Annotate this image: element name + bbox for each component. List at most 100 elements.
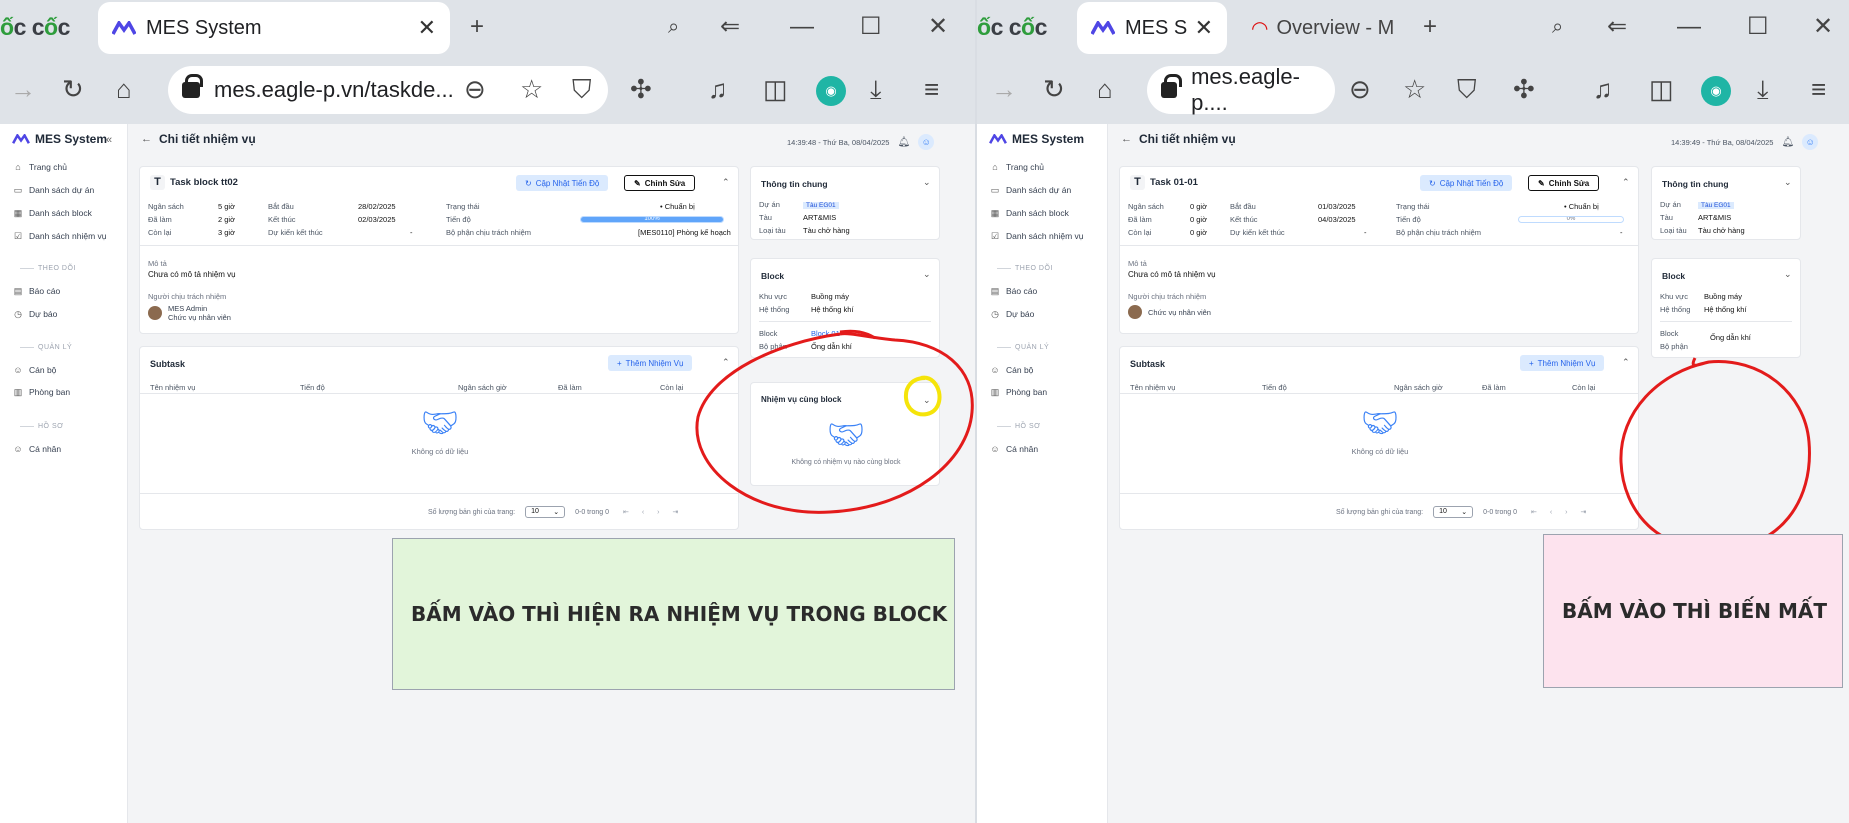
sidebar-item-projects[interactable]: ▭ Danh sách dự án [13,185,95,196]
sidebar-item-label: Trang chủ [29,162,67,172]
media-icon[interactable]: ♫ [708,74,728,105]
home-icon[interactable]: ⌂ [1097,74,1113,105]
rows-per-page-select[interactable]: 10 ⌄ [525,506,566,518]
user-avatar[interactable]: ☺ [1802,134,1819,150]
grid-icon: ▦ [990,207,1000,218]
sidebar-item-forecast[interactable]: ◷ Dự báo [13,309,57,320]
page-nav-icons[interactable]: ⇤‹›⇥ [1531,508,1599,516]
subtask-card: Subtask + Thêm Nhiệm Vụ ⌃ Tên nhiệm vụ Ti… [1119,346,1639,530]
extensions-icon[interactable]: ✣ [630,74,652,105]
value-area: Buồng máy [811,292,849,301]
sidebar-item-blocks[interactable]: ▦ Danh sách block [990,207,1069,219]
reload-icon[interactable]: ↻ [62,74,84,105]
edit-button[interactable]: ✎ Chỉnh Sửa [1528,175,1600,191]
label-dept: Bộ phận chịu trách nhiệm [1396,228,1482,237]
extensions-icon[interactable]: ✣ [1513,74,1535,105]
profile-avatar[interactable]: ◉ [816,76,846,106]
chevron-up-icon[interactable]: ⌃ [1622,177,1630,188]
bell-icon[interactable]: 🔔︎ [1781,137,1794,148]
minimize-icon[interactable]: — [790,12,814,42]
back-arrow-icon[interactable]: ← [141,133,152,145]
chevron-down-icon[interactable]: ⌄ [923,269,931,280]
rows-per-page-label: Số lượng bản ghi của trang: [428,508,516,516]
add-task-button[interactable]: + Thêm Nhiệm Vụ [608,355,693,371]
tab-search-icon[interactable]: ⌕ [668,12,679,42]
minimize-icon[interactable]: — [1677,12,1701,42]
forward-icon[interactable]: → [991,74,1017,105]
divider [140,245,738,246]
tab-overview[interactable]: ◠ Overview - Mi [1237,2,1407,54]
tab-mes-system[interactable]: MES System ✕ [98,2,450,54]
tab-back-icon[interactable]: ⇐ [1607,12,1627,42]
maximize-icon[interactable]: ☐ [1747,12,1769,42]
chevron-down-icon[interactable]: ⌄ [1784,177,1792,188]
update-progress-button[interactable]: ↻ Cập Nhật Tiến Độ [516,175,609,191]
new-tab-icon[interactable]: + [1423,12,1437,42]
sidebar-item-departments[interactable]: ▥ Phòng ban [990,387,1047,398]
chevron-down-icon[interactable]: ⌄ [923,395,931,406]
sidebar-item-tasks[interactable]: ☑ Danh sách nhiệm vụ [13,231,107,242]
add-task-button[interactable]: + Thêm Nhiệm Vụ [1520,355,1605,371]
reload-icon[interactable]: ↻ [1043,74,1065,105]
profile-avatar[interactable]: ◉ [1701,76,1731,106]
close-tab-icon[interactable]: ✕ [418,15,436,41]
menu-icon[interactable]: ≡ [924,74,939,105]
back-arrow-icon[interactable]: ← [1121,133,1132,145]
menu-icon[interactable]: ≡ [1811,74,1826,105]
owner-avatar [148,306,162,320]
new-tab-icon[interactable]: + [470,12,484,42]
shield-icon[interactable]: ⛉ [572,74,592,106]
sidebar-item-staff[interactable]: ☺ Cán bộ [990,365,1033,375]
url-bar[interactable]: mes.eagle-p.... [1147,64,1335,115]
subtask-title: Subtask [1130,359,1166,369]
close-window-icon[interactable]: ✕ [928,12,948,42]
edit-button[interactable]: ✎ Chỉnh Sửa [624,175,696,191]
sidebar-item-departments[interactable]: ▥ Phòng ban [13,387,70,398]
zoom-out-icon[interactable]: ⊖ [464,74,486,105]
sidebar-item-blocks[interactable]: ▦ Danh sách block [13,208,92,219]
forecast-icon: ◷ [991,308,999,319]
bell-icon[interactable]: 🔔︎ [897,137,910,148]
tab-back-icon[interactable]: ⇐ [720,12,740,42]
sidebar-item-staff[interactable]: ☺ Cán bộ [13,365,56,375]
zoom-out-icon[interactable]: ⊖ [1349,74,1371,105]
sidebar-item-reports[interactable]: ▤ Báo cáo [13,286,60,297]
shield-icon[interactable]: ⛉ [1457,74,1477,106]
split-view-icon[interactable]: ◫ [1649,74,1674,105]
label-owner: Người chịu trách nhiệm [1128,292,1207,301]
maximize-icon[interactable]: ☐ [860,12,882,42]
value-ship-type: Tàu chở hàng [1698,226,1745,235]
sidebar-item-tasks[interactable]: ☑ Danh sách nhiệm vụ [990,231,1084,242]
sidebar-item-reports[interactable]: ▤ Báo cáo [990,286,1037,297]
sidebar-item-home[interactable]: ⌂ Trang chủ [990,162,1044,172]
forward-icon[interactable]: → [10,74,36,105]
value-remaining: 3 giờ [218,228,236,237]
sidebar-item-home[interactable]: ⌂ Trang chủ [13,162,67,172]
close-tab-icon[interactable]: ✕ [1195,15,1213,41]
sidebar-item-personal[interactable]: ☺ Cá nhân [990,444,1038,454]
media-icon[interactable]: ♫ [1593,74,1613,105]
bookmark-star-icon[interactable]: ☆ [520,74,543,105]
chevron-up-icon[interactable]: ⌃ [722,177,730,188]
sidebar-item-personal[interactable]: ☺ Cá nhân [13,444,61,454]
chevron-up-icon[interactable]: ⌃ [722,357,730,368]
update-progress-button[interactable]: ↻ Cập Nhật Tiến Độ [1420,175,1513,191]
bookmark-star-icon[interactable]: ☆ [1403,74,1426,105]
home-icon[interactable]: ⌂ [116,74,132,105]
block-link[interactable]: Block 01 [811,329,840,338]
collapse-sidebar-icon[interactable]: « [106,134,112,146]
rows-per-page-select[interactable]: 10 ⌄ [1433,506,1474,518]
close-window-icon[interactable]: ✕ [1813,12,1833,42]
split-view-icon[interactable]: ◫ [763,74,788,105]
download-icon[interactable]: ⤓ [870,74,882,106]
chevron-up-icon[interactable]: ⌃ [1622,357,1630,368]
chevron-down-icon[interactable]: ⌄ [923,177,931,188]
tab-search-icon[interactable]: ⌕ [1552,12,1563,42]
download-icon[interactable]: ⤓ [1757,74,1769,106]
user-avatar[interactable]: ☺ [918,134,935,150]
chevron-down-icon[interactable]: ⌄ [1784,269,1792,280]
page-nav-icons[interactable]: ⇤‹›⇥ [623,508,691,516]
tab-mes-system[interactable]: MES System ✕ [1077,2,1227,54]
sidebar-item-projects[interactable]: ▭ Danh sách dự án [990,185,1072,196]
sidebar-item-forecast[interactable]: ◷ Dự báo [990,308,1034,320]
